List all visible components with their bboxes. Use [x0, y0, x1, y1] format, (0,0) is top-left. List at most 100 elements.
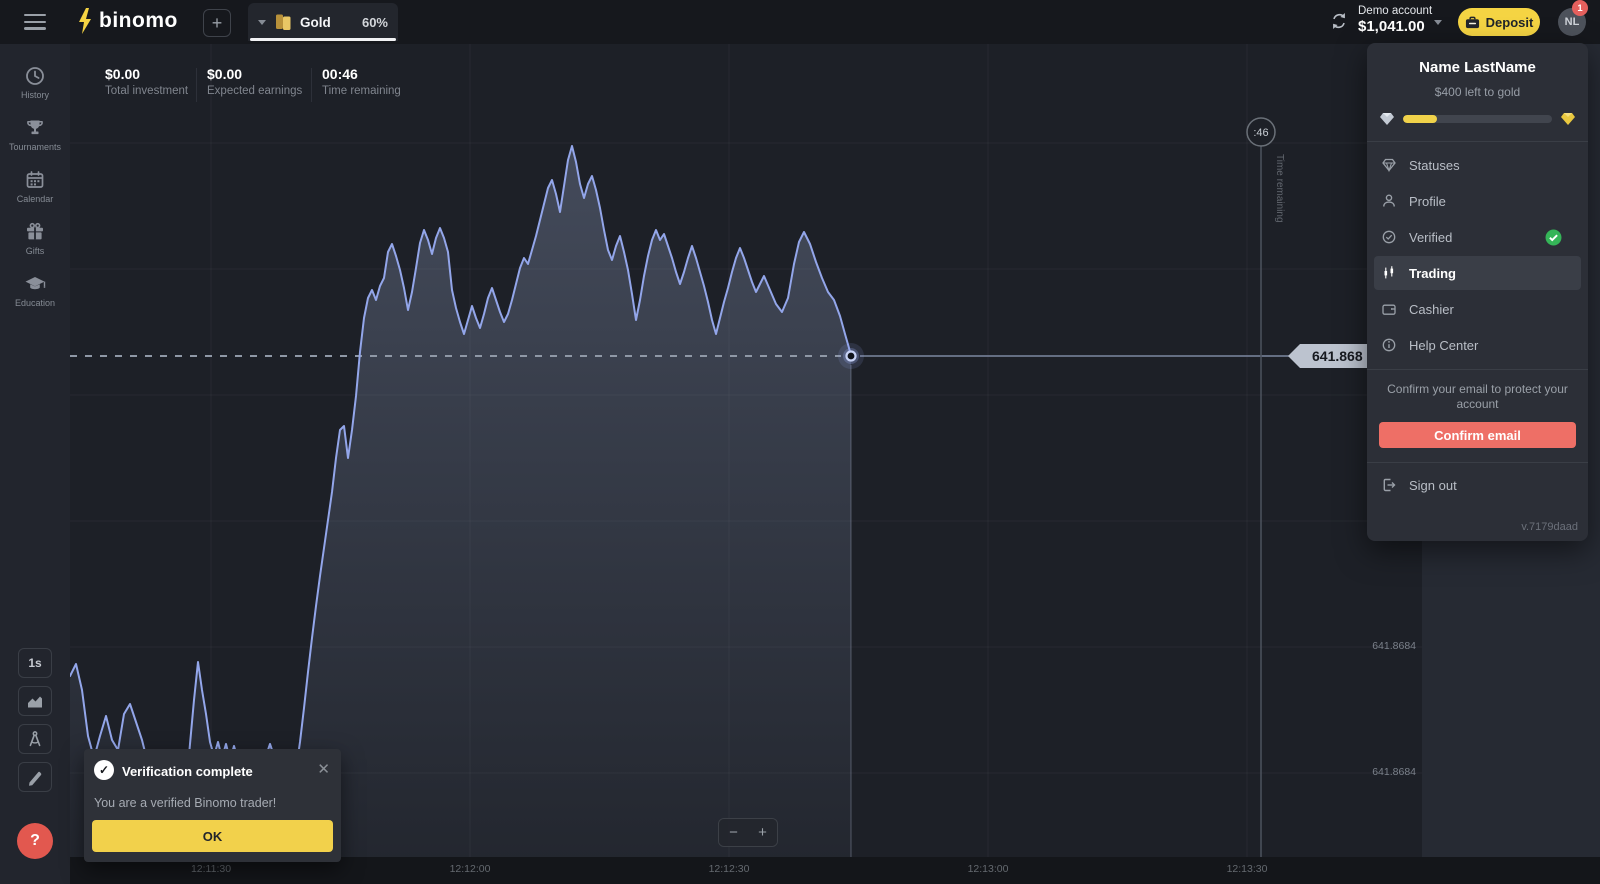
time-axis-label: 12:12:00	[430, 863, 510, 875]
stat-label: Time remaining	[322, 85, 401, 97]
asset-tab-gold[interactable]: Gold 60%	[248, 3, 398, 41]
toast-body: You are a verified Binomo trader!	[94, 796, 276, 810]
stat-total-investment: $0.00 Total investment	[105, 66, 188, 97]
verified-check-badge-icon	[1545, 229, 1562, 246]
time-axis-label: 12:12:30	[689, 863, 769, 875]
graduation-cap-icon	[24, 273, 46, 295]
account-chevron-down-icon[interactable]	[1434, 20, 1442, 25]
price-chart-canvas[interactable]: :46 Time remaining	[70, 44, 1422, 857]
sidebar-item-label: Gifts	[26, 246, 45, 256]
price-axis-label: 641.8684	[1372, 766, 1416, 778]
price-axis-label: 641.8684	[1372, 640, 1416, 652]
menu-item-profile[interactable]: Profile	[1367, 183, 1588, 219]
toast-ok-button[interactable]: OK	[92, 820, 333, 852]
sidebar-item-education[interactable]: Education	[0, 264, 70, 316]
status-progress-fill	[1403, 115, 1437, 123]
history-clock-icon	[24, 65, 46, 87]
sidebar-item-gifts[interactable]: Gifts	[0, 212, 70, 264]
status-progress-text: $400 left to gold	[1367, 85, 1588, 99]
confirm-email-text: Confirm your email to protect your accou…	[1367, 370, 1588, 412]
profile-person-icon	[1381, 193, 1397, 209]
asset-tab-payout: 60%	[362, 15, 388, 30]
stat-value: $0.00	[105, 66, 188, 82]
refresh-balance-icon[interactable]	[1330, 12, 1348, 30]
stat-time-remaining: 00:46 Time remaining	[322, 66, 401, 97]
sidebar-item-tournaments[interactable]: Tournaments	[0, 108, 70, 160]
info-circle-icon	[1381, 337, 1397, 353]
hamburger-menu-icon[interactable]	[24, 14, 46, 30]
menu-item-label: Statuses	[1409, 158, 1460, 173]
account-type-label: Demo account	[1358, 5, 1432, 17]
notification-badge: 1	[1572, 0, 1588, 16]
area-chart-icon	[26, 692, 44, 710]
sign-out-button[interactable]: Sign out	[1367, 463, 1588, 507]
trophy-icon	[24, 117, 46, 139]
logo-text: binomo	[99, 9, 178, 33]
user-name: Name LastName	[1367, 59, 1588, 76]
asset-tab-name: Gold	[300, 15, 331, 30]
stat-expected-earnings: $0.00 Expected earnings	[207, 66, 302, 97]
binomo-logo: binomo	[76, 8, 178, 34]
top-bar: binomo + Gold 60% Demo account $1,041.00…	[0, 0, 1600, 44]
time-axis-label: 12:13:00	[948, 863, 1028, 875]
sidebar-item-label: Calendar	[17, 194, 54, 204]
silver-gem-icon	[1379, 112, 1395, 126]
menu-item-help-center[interactable]: Help Center	[1367, 327, 1588, 363]
sidebar-item-label: Education	[15, 298, 55, 308]
svg-text::46: :46	[1253, 127, 1268, 139]
gold-gem-icon	[1560, 112, 1576, 126]
indicators-button[interactable]	[18, 724, 52, 754]
gift-icon	[24, 221, 46, 243]
gem-outline-icon	[1381, 157, 1397, 173]
account-switcher[interactable]: Demo account $1,041.00	[1358, 5, 1432, 35]
check-circle-icon: ✓	[94, 760, 114, 780]
menu-item-label: Help Center	[1409, 338, 1478, 353]
circle-check-outline-icon	[1381, 229, 1397, 245]
verification-toast: ✓ Verification complete ✕ You are a veri…	[84, 749, 341, 862]
chart-type-button[interactable]	[18, 686, 52, 716]
svg-text:Time remaining: Time remaining	[1274, 154, 1285, 223]
pencil-icon	[26, 768, 44, 786]
gold-bars-icon	[275, 13, 292, 31]
stat-label: Expected earnings	[207, 85, 302, 97]
toast-title: Verification complete	[122, 764, 253, 779]
chevron-down-icon[interactable]	[258, 20, 266, 25]
user-menu-list: Statuses Profile Verified	[1367, 142, 1588, 368]
confirm-email-button[interactable]: Confirm email	[1379, 422, 1576, 448]
timeframe-button[interactable]: 1s	[18, 648, 52, 678]
stat-separator	[311, 68, 312, 102]
sign-out-icon	[1381, 477, 1397, 493]
sidebar-item-history[interactable]: History	[0, 56, 70, 108]
drawing-tools-button[interactable]	[18, 762, 52, 792]
calendar-icon	[24, 169, 46, 191]
menu-item-label: Profile	[1409, 194, 1446, 209]
stat-value: 00:46	[322, 66, 401, 82]
sidebar-item-calendar[interactable]: Calendar	[0, 160, 70, 212]
candlestick-chart-icon	[1381, 265, 1397, 281]
close-icon[interactable]: ✕	[317, 760, 330, 778]
time-axis-label: 12:13:30	[1207, 863, 1287, 875]
sign-out-label: Sign out	[1409, 478, 1457, 493]
zoom-in-button[interactable]: +	[748, 819, 777, 846]
lightning-bolt-icon	[76, 8, 94, 34]
time-axis-label: 12:11:30	[171, 863, 251, 875]
status-progress	[1379, 112, 1576, 126]
account-balance: $1,041.00	[1358, 18, 1432, 35]
menu-item-trading[interactable]: Trading	[1374, 256, 1581, 290]
chart-zoom-controls: − +	[718, 818, 778, 847]
zoom-out-button[interactable]: −	[719, 819, 748, 846]
support-help-button[interactable]: ?	[17, 823, 53, 859]
menu-item-verified[interactable]: Verified	[1367, 219, 1588, 255]
menu-item-cashier[interactable]: Cashier	[1367, 291, 1588, 327]
app-version: v.7179daad	[1521, 521, 1578, 533]
stat-label: Total investment	[105, 85, 188, 97]
sidebar-item-label: Tournaments	[9, 142, 61, 152]
add-asset-tab-button[interactable]: +	[203, 9, 231, 37]
status-progress-track	[1403, 115, 1552, 123]
deposit-label: Deposit	[1486, 15, 1534, 30]
user-menu-panel: Name LastName $400 left to gold Statuses…	[1367, 43, 1588, 541]
menu-item-label: Verified	[1409, 230, 1452, 245]
menu-item-statuses[interactable]: Statuses	[1367, 147, 1588, 183]
deposit-button[interactable]: Deposit	[1458, 8, 1540, 36]
wallet-icon	[1381, 301, 1397, 317]
